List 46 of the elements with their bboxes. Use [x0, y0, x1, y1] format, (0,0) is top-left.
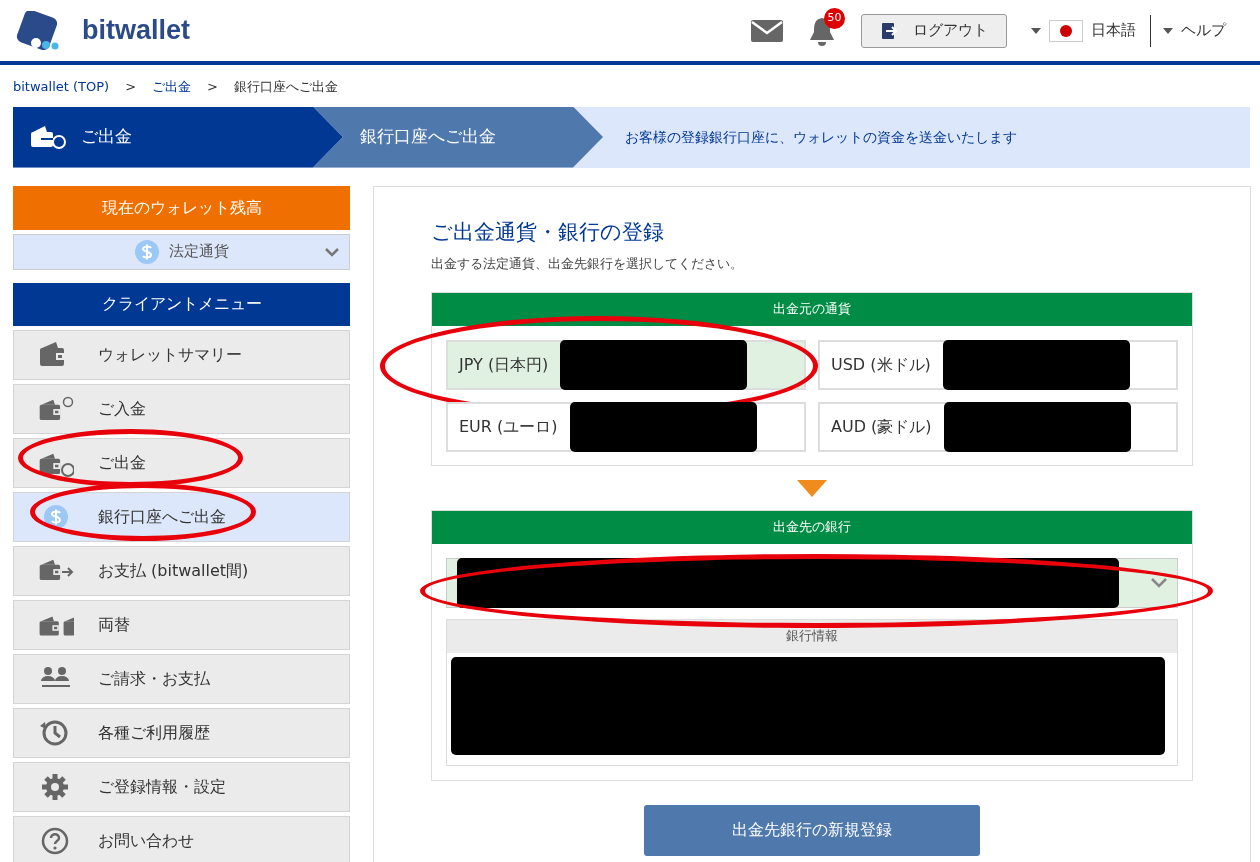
- menu-item[interactable]: ご出金: [13, 437, 350, 488]
- menu-item[interactable]: 銀行口座へご出金: [13, 491, 350, 542]
- breadcrumb-separator: >: [207, 78, 218, 96]
- instruction-text: 出金する法定通貨、出金先銀行を選択してください。: [431, 255, 744, 273]
- mail-icon: [751, 19, 783, 42]
- balance-header: 現在のウォレット残高: [13, 185, 350, 230]
- register-bank-button[interactable]: 出金先銀行の新規登録: [644, 804, 980, 856]
- step-item: 銀行口座へご出金: [313, 106, 603, 168]
- currency-option[interactable]: EUR (ユーロ): [446, 401, 806, 452]
- panel-header: 出金先の銀行: [432, 510, 1192, 544]
- chevron-down-icon: [325, 247, 339, 257]
- currency-select[interactable]: 法定通貨: [13, 233, 350, 270]
- breadcrumb-link[interactable]: bitwallet (TOP): [13, 77, 110, 97]
- breadcrumb-current: 銀行口座へご出金: [234, 78, 338, 96]
- menu-item[interactable]: ご入金: [13, 383, 350, 434]
- help-menu[interactable]: ヘルプ: [1163, 19, 1226, 42]
- menu-item[interactable]: お問い合わせ: [13, 815, 350, 862]
- language-selector[interactable]: 日本語: [1031, 19, 1136, 42]
- flag-icon: [1049, 19, 1083, 42]
- logout-icon: [880, 21, 897, 40]
- notification-count: 50: [824, 7, 845, 29]
- logout-button[interactable]: ログアウト: [861, 13, 1007, 48]
- breadcrumb-separator: >: [125, 78, 137, 96]
- caret-icon: [1031, 27, 1041, 34]
- menu-item[interactable]: 各種ご利用履歴: [13, 707, 350, 758]
- currency-option[interactable]: JPY (日本円): [446, 339, 806, 390]
- step-current: ご出金: [13, 106, 343, 168]
- chevron-down-icon: [1151, 577, 1167, 588]
- menu-item[interactable]: ご請求・お支払: [13, 653, 350, 704]
- menu-header: クライアントメニュー: [13, 282, 350, 326]
- wallet-coin-icon: [29, 124, 67, 150]
- caret-icon: [1163, 27, 1173, 34]
- breadcrumb-link[interactable]: ご出金: [152, 77, 192, 97]
- currency-option[interactable]: AUD (豪ドル): [818, 401, 1178, 452]
- panel-header: 出金元の通貨: [432, 292, 1192, 326]
- menu-item[interactable]: 両替: [13, 599, 350, 650]
- coin-icon: [134, 239, 159, 264]
- section-title: ご出金通貨・銀行の登録: [431, 218, 665, 246]
- coin-icon: [44, 504, 68, 529]
- panel-header: 銀行情報: [447, 619, 1177, 653]
- logo-text: bitwallet: [82, 14, 190, 48]
- menu-item[interactable]: お支払 (bitwallet間): [13, 545, 350, 596]
- menu-item[interactable]: ウォレットサマリー: [13, 329, 350, 380]
- currency-option[interactable]: USD (米ドル): [818, 339, 1178, 390]
- step-description: お客様の登録銀行口座に、ウォレットの資金を送金いたします: [625, 127, 1017, 147]
- menu-item[interactable]: ご登録情報・設定: [13, 761, 350, 812]
